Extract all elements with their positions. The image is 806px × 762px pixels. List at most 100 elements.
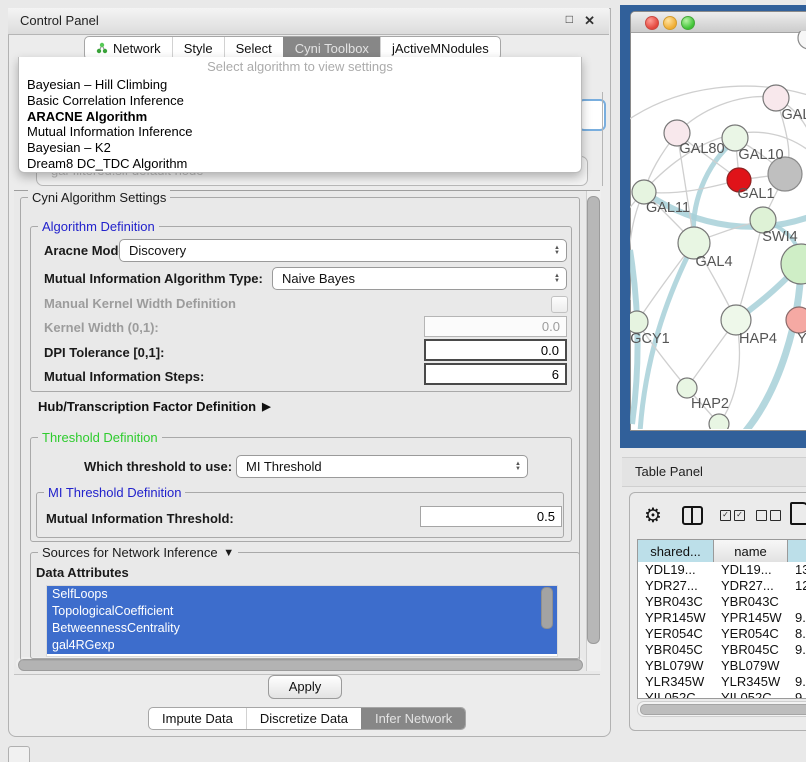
algorithm-dropdown-list: Select algorithm to view settings Bayesi… xyxy=(18,57,582,173)
screen: Control Panel □ ✕ NetworkStyleSelectCyni… xyxy=(0,0,806,762)
dpi-tolerance-input[interactable] xyxy=(424,339,567,361)
zoom-traffic-light-icon[interactable] xyxy=(681,16,695,30)
split-columns-icon[interactable] xyxy=(682,506,703,525)
table-row[interactable]: YPR145WYPR145W9. xyxy=(638,610,806,626)
apply-button[interactable]: Apply xyxy=(268,675,342,699)
mi-threshold-label: Mutual Information Threshold: xyxy=(46,511,234,526)
data-attributes-label: Data Attributes xyxy=(36,565,129,580)
algorithm-option-aracne-algorithm[interactable]: ARACNE Algorithm xyxy=(19,109,581,125)
network-window-titlebar[interactable] xyxy=(631,12,806,33)
kernel-width-input[interactable] xyxy=(424,316,567,337)
manual-kernel-label: Manual Kernel Width Definition xyxy=(44,296,236,311)
column-header-a[interactable]: A xyxy=(788,540,806,562)
attributes-scrollbar-thumb[interactable] xyxy=(541,587,553,629)
tab-network[interactable]: Network xyxy=(85,37,172,59)
which-threshold-combo[interactable]: MI Threshold ▲▼ xyxy=(236,455,528,478)
bottom-tab-impute-data[interactable]: Impute Data xyxy=(149,708,246,729)
table-body: YDL19...YDL19...13YDR27...YDR27...12YBR0… xyxy=(638,562,806,698)
table-cell: YDL19... xyxy=(638,562,714,578)
bottom-tab-discretize-data[interactable]: Discretize Data xyxy=(246,708,361,729)
node-edge-top[interactable] xyxy=(798,31,806,49)
sources-group-title[interactable]: Sources for Network Inference ▼ xyxy=(38,545,238,560)
node-bottom[interactable] xyxy=(709,414,729,429)
algorithm-option-basic-correlation-inference[interactable]: Basic Correlation Inference xyxy=(19,93,581,109)
gear-icon[interactable]: ⚙ xyxy=(644,503,662,528)
hub-definition-toggle[interactable]: Hub/Transcription Factor Definition▶ xyxy=(38,399,271,414)
tab-jactivemnodules[interactable]: jActiveMNodules xyxy=(380,37,500,59)
node-table: shared...nameA YDL19...YDL19...13YDR27..… xyxy=(637,539,806,699)
algorithm-option-bayesian-k2[interactable]: Bayesian – K2 xyxy=(19,140,581,156)
attribute-item[interactable]: TopologicalCoefficient xyxy=(47,603,557,620)
table-row[interactable]: YER054CYER054C8. xyxy=(638,626,806,642)
document-icon[interactable] xyxy=(790,502,806,525)
attribute-item[interactable]: gal4RGexp xyxy=(47,637,557,654)
table-hscrollbar-track[interactable] xyxy=(637,701,806,717)
node-salmon-label: Y xyxy=(797,331,806,347)
cyni-settings-group-title: Cyni Algorithm Settings xyxy=(28,190,170,205)
table-cell: YBL079W xyxy=(638,658,714,674)
node-hap2[interactable] xyxy=(677,378,697,398)
table-row[interactable]: YBL079WYBL079W xyxy=(638,658,806,674)
tab-style[interactable]: Style xyxy=(172,37,224,59)
table-panel-title: Table Panel xyxy=(635,464,703,479)
kernel-width-label: Kernel Width (0,1): xyxy=(44,320,159,335)
node-salmon[interactable] xyxy=(786,307,806,333)
table-row[interactable]: YLR345WYLR345W9. xyxy=(638,674,806,690)
float-window-icon[interactable]: □ xyxy=(566,12,573,26)
dpi-tolerance-label: DPI Tolerance [0,1]: xyxy=(44,345,164,360)
stepper-icon[interactable]: ▲▼ xyxy=(509,462,527,472)
stepper-icon[interactable]: ▲▼ xyxy=(548,274,566,284)
aracne-mode-combo[interactable]: Discovery ▲▼ xyxy=(119,239,567,262)
table-row[interactable]: YDR27...YDR27...12 xyxy=(638,578,806,594)
algorithm-option-bayesian-hill-climbing[interactable]: Bayesian – Hill Climbing xyxy=(19,77,581,93)
tab-select[interactable]: Select xyxy=(224,37,283,59)
table-cell: 9. xyxy=(788,610,806,626)
table-row[interactable]: YIL052CYIL052C9 xyxy=(638,690,806,698)
close-traffic-light-icon[interactable] xyxy=(645,16,659,30)
tab-cyni-toolbox[interactable]: Cyni Toolbox xyxy=(283,37,380,59)
algorithm-option-dream8-dc-tdc-algorithm[interactable]: Dream8 DC_TDC Algorithm xyxy=(19,156,581,172)
network-edge[interactable] xyxy=(644,180,739,193)
table-row[interactable]: YBR045CYBR045C9. xyxy=(638,642,806,658)
corner-button-fragment[interactable] xyxy=(8,746,30,762)
table-panel-window: ⚙ ✓✓ shared...nameA YDL19...YDL19...13YD… xyxy=(629,492,806,731)
table-cell: YDR27... xyxy=(638,578,714,594)
threshold-definition-title: Threshold Definition xyxy=(38,430,162,445)
mi-threshold-input[interactable] xyxy=(420,506,562,527)
algorithm-option-mutual-information-inference[interactable]: Mutual Information Inference xyxy=(19,124,581,140)
node-gcy1[interactable] xyxy=(630,311,648,333)
table-cell: YBR045C xyxy=(714,642,788,658)
minimize-traffic-light-icon[interactable] xyxy=(663,16,677,30)
table-header-row: shared...nameA xyxy=(638,540,806,563)
deselect-all-icon[interactable] xyxy=(756,510,781,521)
which-threshold-label: Which threshold to use: xyxy=(84,459,232,474)
column-header-name[interactable]: name xyxy=(714,540,788,562)
table-cell: 9 xyxy=(788,690,806,698)
mi-steps-label: Mutual Information Steps: xyxy=(44,369,204,384)
select-all-icon[interactable]: ✓✓ xyxy=(720,510,745,521)
table-row[interactable]: YBR043CYBR043C xyxy=(638,594,806,610)
attribute-item[interactable]: SelfLoops xyxy=(47,586,557,603)
table-cell xyxy=(788,594,806,610)
algorithm-definition-title: Algorithm Definition xyxy=(38,219,159,234)
table-row[interactable]: YDL19...YDL19...13 xyxy=(638,562,806,578)
table-cell: 9. xyxy=(788,642,806,658)
manual-kernel-checkbox[interactable] xyxy=(551,296,568,313)
attribute-item[interactable]: BetweennessCentrality xyxy=(47,620,557,637)
vertical-scrollbar-thumb[interactable] xyxy=(587,196,600,644)
close-icon[interactable]: ✕ xyxy=(584,13,595,29)
mi-algorithm-type-combo[interactable]: Naive Bayes ▲▼ xyxy=(272,267,567,290)
table-panel-titlebar: Table Panel xyxy=(622,457,806,487)
groupbox-border-fragment xyxy=(602,92,603,186)
column-header-shared-[interactable]: shared... xyxy=(638,540,714,562)
table-cell: 8. xyxy=(788,626,806,642)
network-canvas[interactable]: GALGAL80GAL10GAL1GAL11GAL4SWI4GCY1HAP4YH… xyxy=(630,31,806,429)
bottom-tab-infer-network[interactable]: Infer Network xyxy=(361,708,465,729)
tab-label: Style xyxy=(184,41,213,56)
stepper-icon[interactable]: ▲▼ xyxy=(548,246,566,256)
table-cell: 12 xyxy=(788,578,806,594)
mi-steps-input[interactable] xyxy=(424,363,567,385)
table-hscrollbar-thumb[interactable] xyxy=(640,704,806,715)
node-hap4-label: HAP4 xyxy=(739,331,777,347)
data-attributes-list[interactable]: SelfLoopsTopologicalCoefficientBetweenne… xyxy=(46,585,558,657)
